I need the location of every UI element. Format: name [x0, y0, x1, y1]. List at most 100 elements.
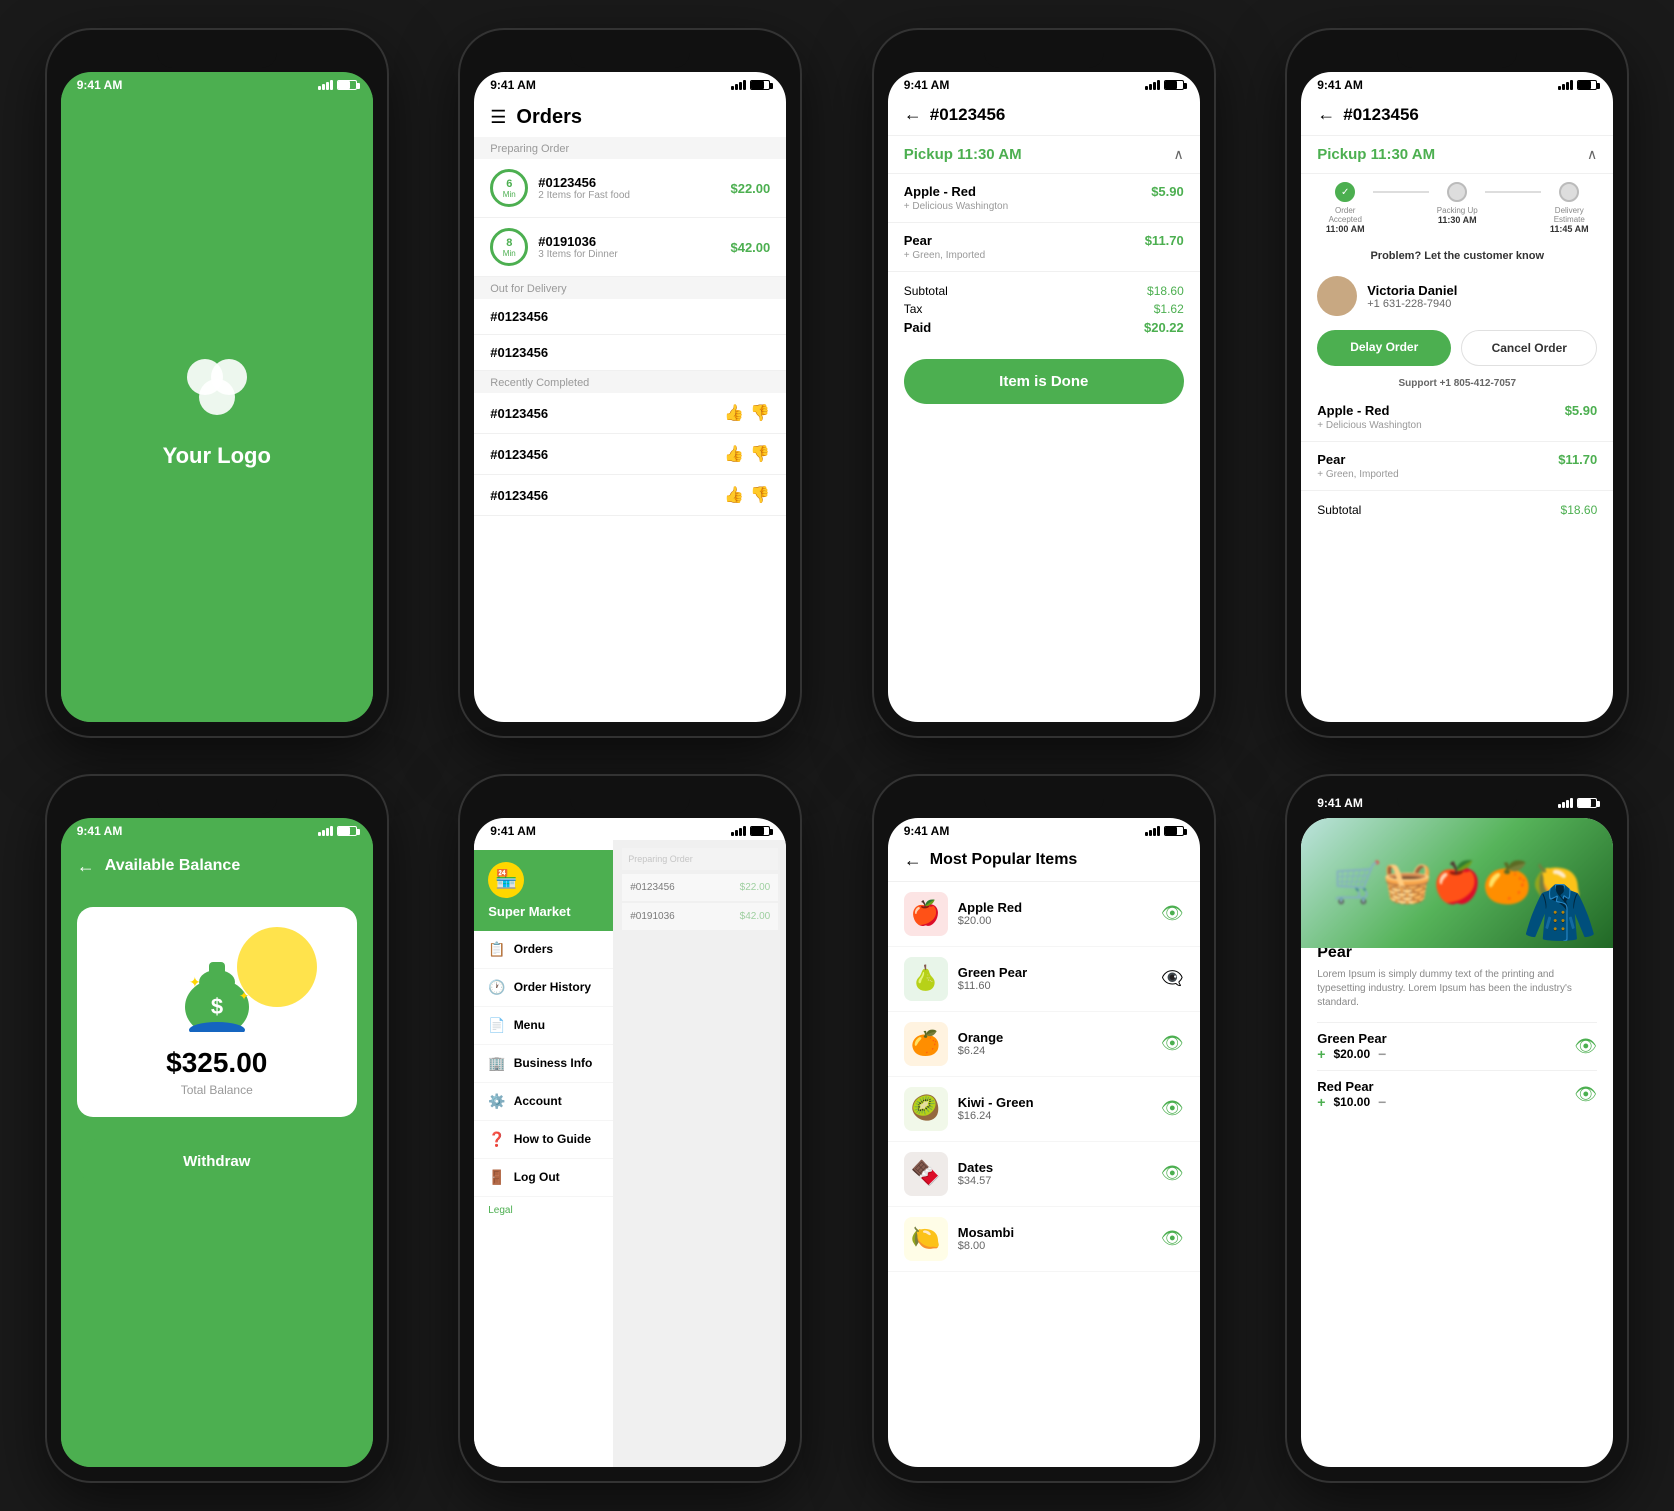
product-detail-content: Pear Lorem Ipsum is simply dummy text of…	[1301, 948, 1613, 1468]
sidebar-item-history[interactable]: 🕐 Order History	[474, 969, 613, 1007]
tracker-time-1: 11:00 AM	[1326, 224, 1365, 234]
product-info-2: Green Pear $11.60	[958, 965, 1152, 992]
line-item-row-3-1: Apple - Red + Delicious Washington $5.90	[904, 184, 1184, 212]
bar4	[330, 80, 333, 90]
back-arrow-3[interactable]: ←	[904, 104, 922, 125]
product-kiwi[interactable]: 🥝 Kiwi - Green $16.24 👁	[888, 1077, 1200, 1142]
support-label: Support	[1398, 378, 1439, 389]
money-bag-area: $ ✦ ✦	[97, 927, 337, 1037]
battery-2	[750, 80, 770, 90]
customer-phone: +1 631-228-7940	[1367, 298, 1457, 310]
order-preparing-2[interactable]: 8 Min #0191036 3 Items for Dinner $42.00	[474, 218, 786, 277]
visibility-icon-2[interactable]: 👁‍🗨	[1161, 968, 1183, 989]
status-icons-4	[1558, 80, 1597, 90]
balance-body: ← Available Balance $ ✦	[61, 840, 373, 1468]
eye-icon-related-2[interactable]: 👁	[1574, 1084, 1597, 1105]
sidebar-item-menu[interactable]: 📄 Menu	[474, 1007, 613, 1045]
back-arrow-4[interactable]: ←	[1317, 104, 1335, 125]
line-item-4-1: Apple - Red + Delicious Washington $5.90	[1301, 393, 1613, 442]
p6s3	[739, 828, 742, 836]
completed-1[interactable]: #0123456 👍 👎	[474, 393, 786, 434]
product-name-4: Kiwi - Green	[958, 1095, 1151, 1110]
screen-6: 9:41 AM 🏪 Super Market	[474, 818, 786, 1468]
cancel-order-button[interactable]: Cancel Order	[1461, 330, 1597, 366]
s2	[1149, 84, 1152, 90]
notch-5	[157, 790, 277, 814]
product-name-1: Apple Red	[958, 900, 1151, 915]
product-dates[interactable]: 🍫 Dates $34.57 👁	[888, 1142, 1200, 1207]
visibility-icon-1[interactable]: 👁	[1161, 903, 1184, 924]
delay-order-button[interactable]: Delay Order	[1317, 330, 1451, 366]
menu-icon[interactable]: ☰	[490, 107, 506, 128]
product-apple-red[interactable]: 🍎 Apple Red $20.00 👁	[888, 882, 1200, 947]
sidebar-item-account[interactable]: ⚙️ Account	[474, 1083, 613, 1121]
guide-icon: ❓	[488, 1131, 505, 1148]
thumb-down-3[interactable]: 👎	[750, 485, 770, 505]
minus-btn-1[interactable]: −	[1378, 1046, 1386, 1062]
linfo-4-1: Apple - Red + Delicious Washington	[1317, 403, 1421, 431]
sidebar-brand: 🏪 Super Market	[474, 850, 613, 931]
product-name-5: Dates	[958, 1160, 1151, 1175]
plus-btn-2[interactable]: +	[1317, 1094, 1325, 1110]
s1	[1145, 86, 1148, 90]
balance-back-arrow[interactable]: ←	[77, 856, 95, 877]
back-arrow-7[interactable]: ←	[904, 850, 922, 871]
product-green-pear[interactable]: 🍐 Green Pear $11.60 👁‍🗨	[888, 947, 1200, 1012]
out-delivery-2[interactable]: #0123456	[474, 335, 786, 371]
visibility-icon-4[interactable]: 👁	[1161, 1098, 1184, 1119]
featured-product-name: Pear	[1317, 948, 1597, 962]
sidebar-label-guide: How to Guide	[514, 1132, 591, 1146]
chevron-up-3[interactable]: ∧	[1174, 146, 1184, 163]
bg-order-1: #0123456 $22.00	[622, 874, 778, 901]
thumb-down-2[interactable]: 👎	[750, 444, 770, 464]
totals-4: Subtotal $18.60	[1301, 491, 1613, 529]
product-mosambi[interactable]: 🍋 Mosambi $8.00 👁	[888, 1207, 1200, 1272]
items-title: Most Popular Items	[930, 851, 1078, 869]
p5s3	[326, 828, 329, 836]
sidebar-item-business[interactable]: 🏢 Business Info	[474, 1045, 613, 1083]
completed-3[interactable]: #0123456 👍 👎	[474, 475, 786, 516]
plus-btn-1[interactable]: +	[1317, 1046, 1325, 1062]
withdraw-button[interactable]: Withdraw	[77, 1139, 357, 1184]
timer-1: 6 Min	[490, 169, 528, 207]
thumb-up-3[interactable]: 👍	[724, 485, 744, 505]
chevron-4[interactable]: ∧	[1587, 146, 1597, 163]
tracker-label-3: DeliveryEstimate	[1554, 206, 1585, 224]
sidebar-item-guide[interactable]: ❓ How to Guide	[474, 1121, 613, 1159]
order-preparing-1[interactable]: 6 Min #0123456 2 Items for Fast food $22…	[474, 159, 786, 218]
order-price-2: $42.00	[730, 240, 770, 255]
status-bar-5: 9:41 AM	[61, 818, 373, 840]
minus-btn-2[interactable]: −	[1378, 1094, 1386, 1110]
done-button-3[interactable]: Item is Done	[904, 359, 1184, 404]
battery-4	[1577, 80, 1597, 90]
sidebar-item-logout[interactable]: 🚪 Log Out	[474, 1159, 613, 1197]
out-delivery-1[interactable]: #0123456	[474, 299, 786, 335]
thumb-down-1[interactable]: 👎	[750, 403, 770, 423]
sidebar-item-orders[interactable]: 📋 Orders	[474, 931, 613, 969]
thumb-up-2[interactable]: 👍	[724, 444, 744, 464]
detail-order-id-4: #0123456	[1343, 105, 1419, 125]
business-icon: 🏢	[488, 1055, 505, 1072]
order-price-1: $22.00	[730, 181, 770, 196]
orders-content: ☰ Orders Preparing Order 6 Min #0123456 …	[474, 94, 786, 722]
brand-logo: 🏪	[488, 862, 524, 898]
p7s2	[1149, 830, 1152, 836]
visibility-icon-3[interactable]: 👁	[1161, 1033, 1184, 1054]
subtotal-row-4: Subtotal $18.60	[1317, 501, 1597, 519]
completed-2[interactable]: #0123456 👍 👎	[474, 434, 786, 475]
avatar-svg	[1317, 276, 1357, 316]
status-icons-1	[318, 80, 357, 90]
support-phone: +1 805-412-7057	[1440, 378, 1516, 389]
b2	[735, 84, 738, 90]
thumb-up-1[interactable]: 👍	[724, 403, 744, 423]
product-orange[interactable]: 🍊 Orange $6.24 👁	[888, 1012, 1200, 1077]
eye-icon-related-1[interactable]: 👁	[1574, 1036, 1597, 1057]
visibility-icon-5[interactable]: 👁	[1161, 1163, 1184, 1184]
status-bar-3: 9:41 AM	[888, 72, 1200, 94]
line-row-4-2: Pear + Green, Imported $11.70	[1317, 452, 1597, 480]
visibility-icon-6[interactable]: 👁	[1161, 1228, 1184, 1249]
paid-label-3: Paid	[904, 320, 931, 335]
tracker-dot-2	[1447, 182, 1467, 202]
status-icons-3	[1145, 80, 1184, 90]
person-icon: 🧥	[1523, 877, 1598, 948]
